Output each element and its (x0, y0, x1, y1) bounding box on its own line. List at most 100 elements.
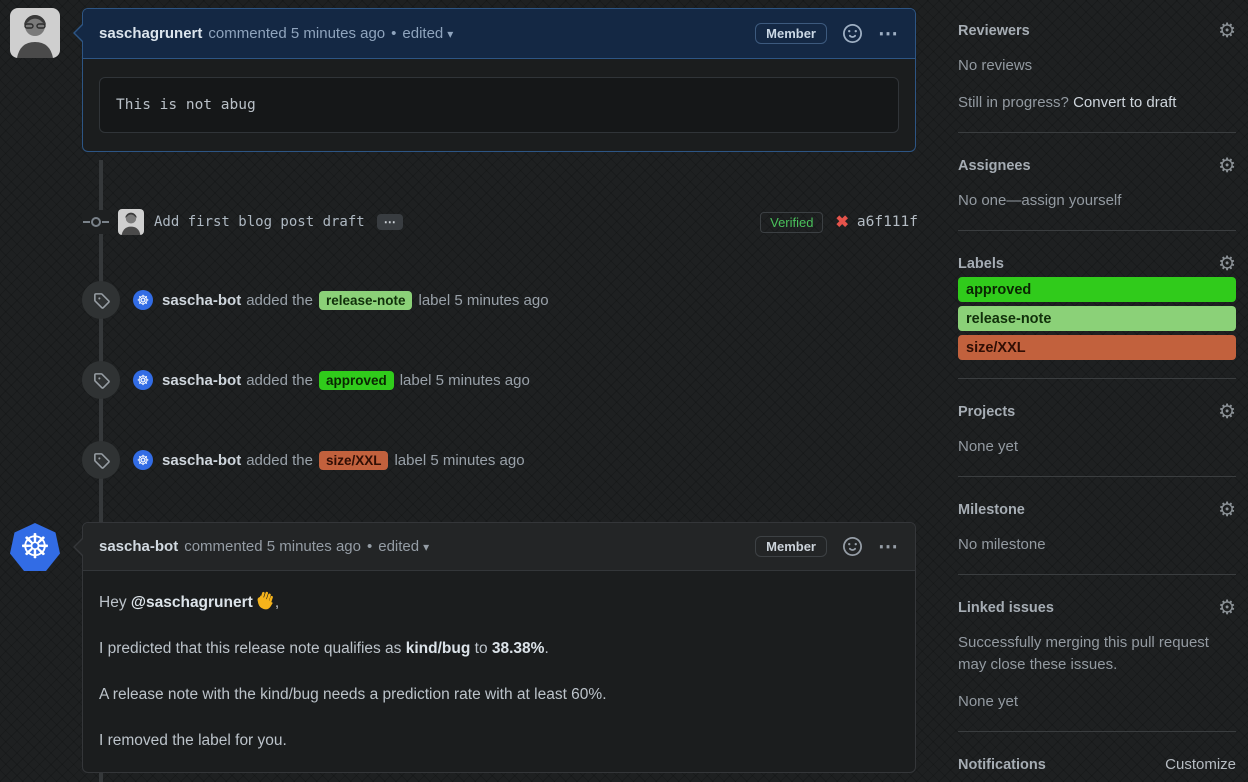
sidebar-section-milestone: Milestone ⚙ No milestone (958, 500, 1236, 575)
status-failed-icon[interactable]: ✖ (835, 212, 848, 232)
smiley-icon (843, 24, 862, 43)
comment-paragraph: I removed the label for you. (99, 732, 287, 749)
sidebar-section-notifications: Notifications Customize (958, 756, 1236, 782)
event-action-text: added the (246, 451, 313, 469)
emoji-reaction-button[interactable] (843, 24, 862, 43)
tag-icon (82, 361, 120, 399)
convert-to-draft-link[interactable]: Convert to draft (1073, 94, 1176, 111)
gear-icon[interactable]: ⚙ (1218, 402, 1236, 422)
label-event-row: ☸ sascha-bot added the release-note labe… (82, 281, 918, 319)
gear-icon[interactable]: ⚙ (1218, 500, 1236, 520)
linked-issues-empty-text: None yet (958, 693, 1019, 710)
tag-icon (82, 441, 120, 479)
projects-empty-text: None yet (958, 438, 1019, 455)
kubernetes-wheel-icon: ☸ (136, 372, 150, 388)
sascha-bot-avatar[interactable]: ☸ (133, 290, 153, 310)
linked-issues-title: Linked issues (958, 600, 1054, 616)
milestone-title: Milestone (958, 502, 1025, 518)
kebab-menu-button[interactable]: ⋯ (878, 534, 899, 559)
assignees-empty-text: No one—assign yourself (958, 192, 1122, 209)
event-actor-link[interactable]: sascha-bot (162, 372, 241, 389)
kebab-menu-button[interactable]: ⋯ (878, 21, 899, 46)
labels-title: Labels (958, 256, 1004, 272)
person-portrait-icon (118, 209, 144, 235)
gear-icon[interactable]: ⚙ (1218, 21, 1236, 41)
member-badge: Member (755, 23, 827, 44)
customize-link[interactable]: Customize (1165, 756, 1236, 773)
verified-badge[interactable]: Verified (760, 211, 824, 233)
gear-icon[interactable]: ⚙ (1218, 254, 1236, 274)
event-actor-link[interactable]: sascha-bot (162, 292, 241, 309)
member-badge: Member (755, 536, 827, 557)
emoji-reaction-button[interactable] (843, 537, 862, 556)
chevron-down-icon: ▾ (423, 540, 430, 554)
event-suffix-text: label 5 minutes ago (399, 371, 530, 389)
avatar-saschagrunert[interactable] (10, 8, 60, 58)
comment-author-link[interactable]: sascha-bot (99, 538, 178, 555)
smiley-icon (843, 537, 862, 556)
label-event-row: ☸ sascha-bot added the approved label 5 … (82, 361, 918, 399)
comment-paragraph: Hey @saschagrunert, (99, 591, 899, 614)
event-actor-link[interactable]: sascha-bot (162, 452, 241, 469)
event-suffix-text: label 5 minutes ago (418, 291, 549, 309)
comment-paragraph: I predicted that this release note quali… (99, 640, 549, 657)
event-action-text: added the (246, 371, 313, 389)
dot-separator: • (391, 25, 397, 42)
pull-request-conversation-page: { "icons": { "gear": "⚙", "kebab": "⋯", … (0, 0, 1248, 782)
comment-sascha-bot: sascha-bot commented 5 minutes ago • edi… (73, 522, 916, 773)
code-block: This is not abug (99, 77, 899, 133)
comment-paragraph: A release note with the kind/bug needs a… (99, 686, 607, 703)
gear-icon[interactable]: ⚙ (1218, 156, 1236, 176)
projects-title: Projects (958, 404, 1016, 420)
tag-icon (82, 281, 120, 319)
sidebar: Reviewers ⚙ No reviews Still in progress… (958, 21, 1236, 782)
kubernetes-wheel-icon: ☸ (136, 452, 150, 468)
sascha-bot-avatar[interactable]: ☸ (133, 450, 153, 470)
sidebar-section-labels: Labels ⚙ approved release-note size/XXL (958, 254, 1236, 379)
label-pill[interactable]: release-note (318, 290, 413, 310)
edited-dropdown[interactable]: edited ▾ (402, 25, 453, 42)
reviewers-empty-text: No reviews (958, 57, 1033, 74)
sidebar-label-release-note[interactable]: release-note (958, 306, 1236, 331)
commit-message-link[interactable]: Add first blog post draft (154, 214, 365, 230)
linked-issues-description: Successfully merging this pull request m… (958, 634, 1209, 673)
avatar-sascha-bot[interactable]: ☸ (10, 523, 60, 571)
comment-header: saschagrunert commented 5 minutes ago • … (73, 9, 915, 59)
comment-saschagrunert: saschagrunert commented 5 minutes ago • … (73, 8, 916, 152)
comment-author-link[interactable]: saschagrunert (99, 25, 202, 42)
gear-icon[interactable]: ⚙ (1218, 598, 1236, 618)
commit-author-avatar[interactable] (118, 209, 144, 235)
sidebar-section-assignees: Assignees ⚙ No one—assign yourself (958, 156, 1236, 231)
label-pill[interactable]: approved (318, 370, 394, 390)
comment-body: This is not abug (83, 59, 915, 151)
git-commit-icon (82, 210, 110, 234)
dot-separator: • (366, 538, 373, 555)
comment-timestamp: commented 5 minutes ago (184, 538, 361, 555)
person-portrait-icon (10, 8, 60, 58)
sidebar-label-approved[interactable]: approved (958, 277, 1236, 302)
notifications-title: Notifications (958, 756, 1046, 773)
wave-emoji (257, 591, 273, 610)
commit-row: Add first blog post draft ⋯ Verified ✖ a… (82, 204, 918, 240)
commit-expander-button[interactable]: ⋯ (376, 214, 403, 230)
edited-dropdown[interactable]: edited ▾ (378, 538, 429, 555)
milestone-empty-text: No milestone (958, 536, 1046, 553)
commit-sha-link[interactable]: a6f111f (857, 214, 918, 230)
label-event-row: ☸ sascha-bot added the size/XXL label 5 … (82, 441, 918, 479)
kubernetes-wheel-icon: ☸ (136, 292, 150, 308)
comment-timestamp: commented 5 minutes ago (208, 25, 386, 42)
event-action-text: added the (246, 291, 313, 309)
kubernetes-wheel-icon: ☸ (19, 528, 51, 566)
assign-yourself-link[interactable]: assign yourself (1021, 192, 1121, 209)
sascha-bot-avatar[interactable]: ☸ (133, 370, 153, 390)
reviewers-title: Reviewers (958, 23, 1030, 39)
chevron-down-icon: ▾ (447, 27, 454, 41)
reviewers-hint: Still in progress? Convert to draft (958, 94, 1177, 111)
sidebar-section-reviewers: Reviewers ⚙ No reviews Still in progress… (958, 21, 1236, 133)
sidebar-section-projects: Projects ⚙ None yet (958, 402, 1236, 477)
event-suffix-text: label 5 minutes ago (394, 451, 525, 469)
sidebar-section-linked-issues: Linked issues ⚙ Successfully merging thi… (958, 598, 1236, 732)
label-pill[interactable]: size/XXL (318, 450, 389, 470)
sidebar-label-size-xxl[interactable]: size/XXL (958, 335, 1236, 360)
mention-link[interactable]: @saschagrunert (131, 594, 253, 611)
